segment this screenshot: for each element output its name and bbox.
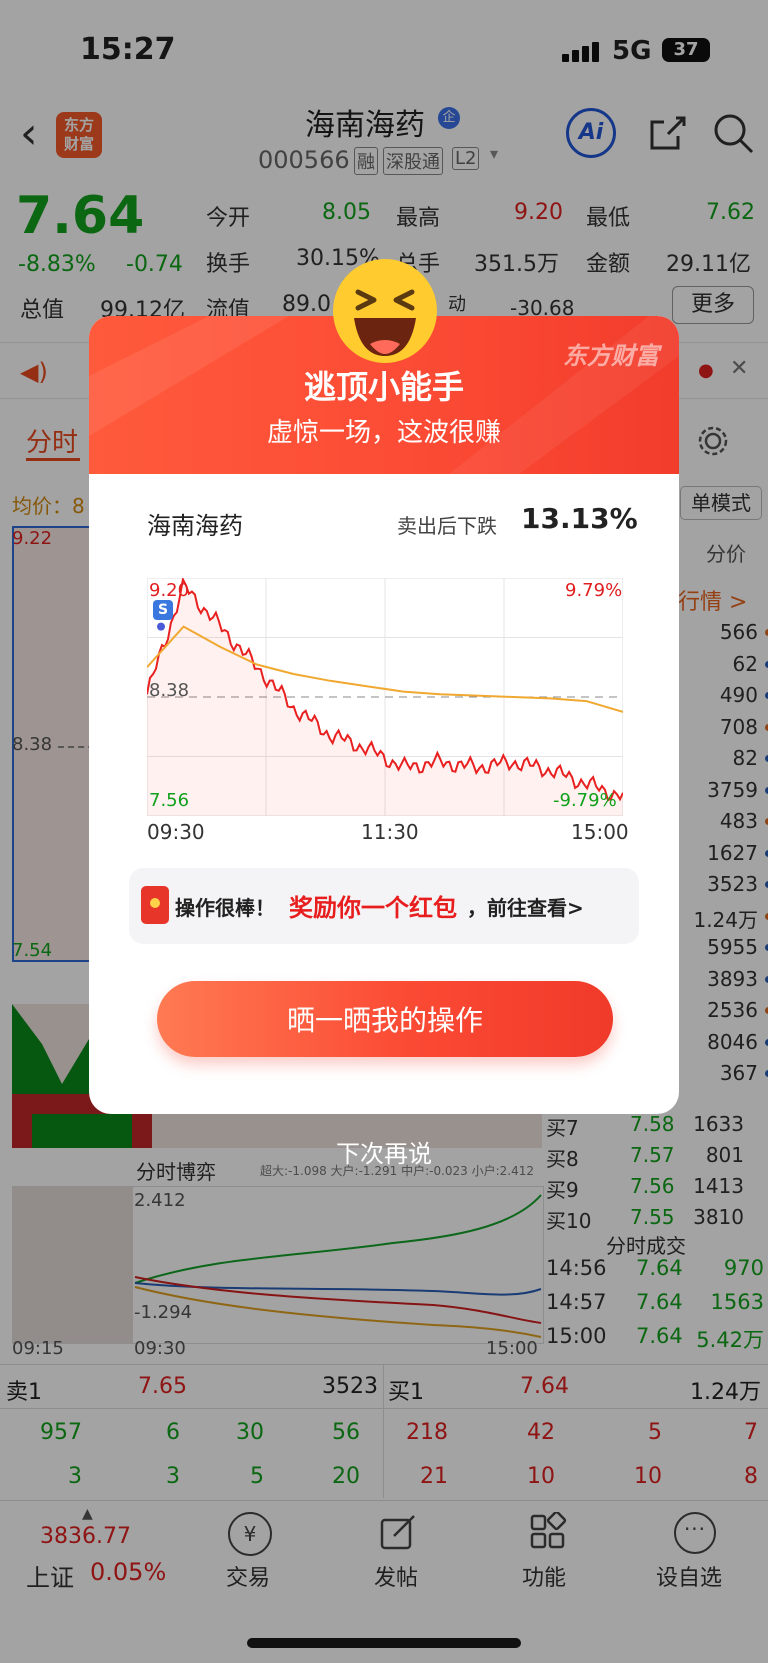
chart-top-right: 9.79% xyxy=(565,580,623,601)
chart-bottom-left: 7.56 xyxy=(149,790,190,811)
share-operation-button[interactable]: 晒一晒我的操作 xyxy=(157,981,613,1057)
red-envelope-icon xyxy=(141,886,169,924)
sell-point xyxy=(157,622,165,631)
share-operation-label: 晒一晒我的操作 xyxy=(286,1004,483,1037)
drop-label: 卖出后下跌 xyxy=(397,514,497,538)
drop-value: 13.13% xyxy=(521,502,638,535)
reward-prefix: 操作很棒！ xyxy=(175,896,275,920)
modal-chart xyxy=(146,576,624,817)
reward-banner[interactable]: 操作很棒！ 奖励你一个红包 ，前往查看> xyxy=(129,868,639,944)
home-indicator xyxy=(247,1638,521,1648)
reward-link[interactable]: ，前往查看> xyxy=(467,892,584,921)
chart-baseline: 8.38 xyxy=(149,680,190,701)
x-label-1500: 15:00 xyxy=(571,820,629,844)
modal-stock-name: 海南海药 xyxy=(147,512,243,540)
skip-link[interactable]: 下次再说 xyxy=(0,1134,768,1169)
mini-chart-svg xyxy=(146,576,624,817)
chart-bottom-right: -9.79% xyxy=(553,790,617,811)
laughing-emoji-icon xyxy=(333,259,437,363)
modal-subtitle: 虚惊一场，这波很赚 xyxy=(266,418,501,448)
chart-top-left: 9.20 xyxy=(149,580,190,601)
reward-highlight: 奖励你一个红包 xyxy=(289,894,457,922)
reward-modal: 东方财富 逃顶小能手 虚惊一场，这波很赚 海南海药 卖出后下跌 13.13% 9… xyxy=(89,316,679,1114)
sell-marker: S xyxy=(153,600,173,620)
x-label-0930: 09:30 xyxy=(147,820,205,844)
x-label-1130: 11:30 xyxy=(361,820,419,844)
modal-title: 逃顶小能手 xyxy=(303,368,464,406)
